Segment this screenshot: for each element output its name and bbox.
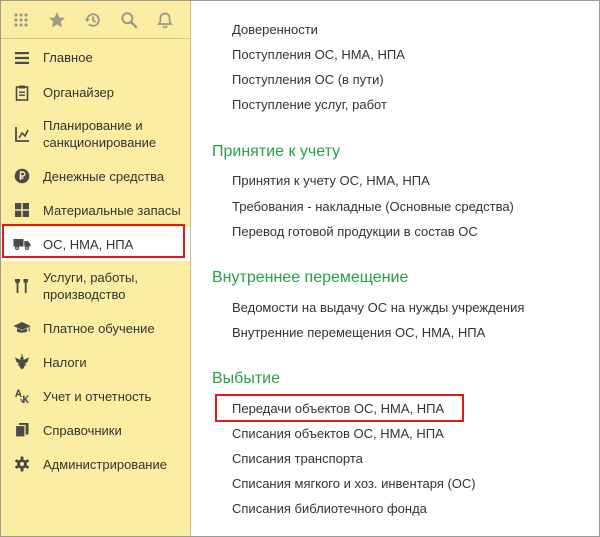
sidebar-item-label: Справочники [43, 422, 122, 438]
apps-grid-icon [14, 12, 28, 27]
sidebar-item-label: Планирование и санкционирование [43, 118, 157, 150]
eagle-emblem-icon [13, 353, 31, 371]
sidebar-item-label: Налоги [43, 354, 87, 370]
content-link[interactable]: Поступления ОС, НМА, НПА [232, 47, 405, 63]
bell-icon [157, 12, 173, 28]
sidebar-toolbar [1, 1, 190, 39]
search-icon [121, 11, 138, 28]
accounting-icon [13, 387, 31, 405]
menu-lines-icon [13, 49, 31, 67]
truck-icon [13, 235, 31, 253]
history-button[interactable] [75, 2, 111, 38]
apps-grid-button[interactable] [3, 2, 39, 38]
section-title: Внутреннее перемещение [212, 269, 409, 286]
sidebar-item[interactable]: Администрирование [1, 447, 190, 481]
content-link[interactable]: Списания объектов ОС, НМА, НПА [232, 426, 444, 442]
content-link[interactable]: Внутренние перемещения ОС, НМА, НПА [232, 325, 485, 341]
content-link[interactable]: Перевод готовой продукции в состав ОС [232, 224, 478, 240]
sidebar-item-label: Органайзер [43, 85, 114, 100]
sidebar-item[interactable]: Денежные средства [1, 159, 190, 193]
sidebar-item[interactable]: Материальные запасы [1, 193, 190, 227]
content-link[interactable]: Передачи объектов ОС, НМА, НПА [232, 401, 444, 417]
content-link[interactable]: Списания мягкого и хоз. инвентаря (ОС) [232, 476, 476, 492]
sidebar-item[interactable]: ОС, НМА, НПА [1, 227, 190, 261]
planning-icon [13, 125, 31, 143]
sidebar-item[interactable]: Планирование и санкционирование [1, 109, 190, 159]
grid-blocks-icon [13, 201, 31, 219]
sidebar-item-label: Материальные запасы [43, 202, 181, 218]
search-button[interactable] [111, 2, 147, 38]
star-icon [49, 11, 65, 27]
section-title: Принятие к учету [212, 143, 341, 160]
sidebar-item[interactable]: Платное обучение [1, 311, 190, 345]
sidebar-item-label: Администрирование [43, 456, 167, 472]
sidebar-item-label: ОС, НМА, НПА [43, 236, 134, 252]
content-link[interactable]: Требования - накладные (Основные средств… [232, 199, 514, 215]
notifications-button[interactable] [147, 2, 183, 38]
content-link[interactable]: Поступление услуг, работ [232, 97, 387, 113]
sidebar-item[interactable]: Главное [1, 39, 190, 76]
content-link[interactable]: Принятия к учету ОС, НМА, НПА [232, 173, 430, 189]
sidebar-item-label: Денежные средства [43, 168, 165, 184]
sidebar-item[interactable]: Органайзер [1, 76, 190, 109]
books-icon [13, 421, 31, 439]
graduation-cap-icon [13, 319, 31, 337]
tools-icon [13, 277, 31, 295]
window-frame: Главное Органайзер Планирование и санкцион… [0, 0, 600, 537]
sidebar-item-label: Главное [43, 50, 93, 65]
sidebar-item[interactable]: Справочники [1, 413, 190, 447]
content-link[interactable]: Списания транспорта [232, 451, 363, 467]
sidebar-item[interactable]: Налоги [1, 345, 190, 379]
content-link[interactable]: Списания библиотечного фонда [232, 501, 427, 517]
sidebar-item-label: Платное обучение [43, 320, 155, 336]
history-icon [84, 12, 100, 27]
notepad-icon [13, 84, 31, 102]
sidebar-item[interactable]: Услуги, работы, производство [1, 261, 190, 311]
main-content: Доверенности Поступления ОС, НМА, НПА Пост… [191, 1, 599, 536]
sidebar-item[interactable]: Учет и отчетность [1, 379, 190, 413]
content-link[interactable]: Доверенности [232, 22, 318, 38]
gear-icon [13, 455, 31, 473]
sidebar: Главное Органайзер Планирование и санкцион… [1, 1, 191, 536]
content-link[interactable]: Поступления ОС (в пути) [232, 72, 384, 88]
favorites-button[interactable] [39, 2, 75, 38]
ruble-coin-icon [13, 167, 31, 185]
sidebar-item-label: Учет и отчетность [43, 388, 152, 404]
section-title: Выбытие [212, 370, 280, 387]
sidebar-nav: Главное Органайзер Планирование и санкцион… [1, 39, 190, 481]
content-link[interactable]: Ведомости на выдачу ОС на нужды учрежден… [232, 300, 524, 316]
sidebar-item-label: Услуги, работы, производство [43, 270, 138, 302]
